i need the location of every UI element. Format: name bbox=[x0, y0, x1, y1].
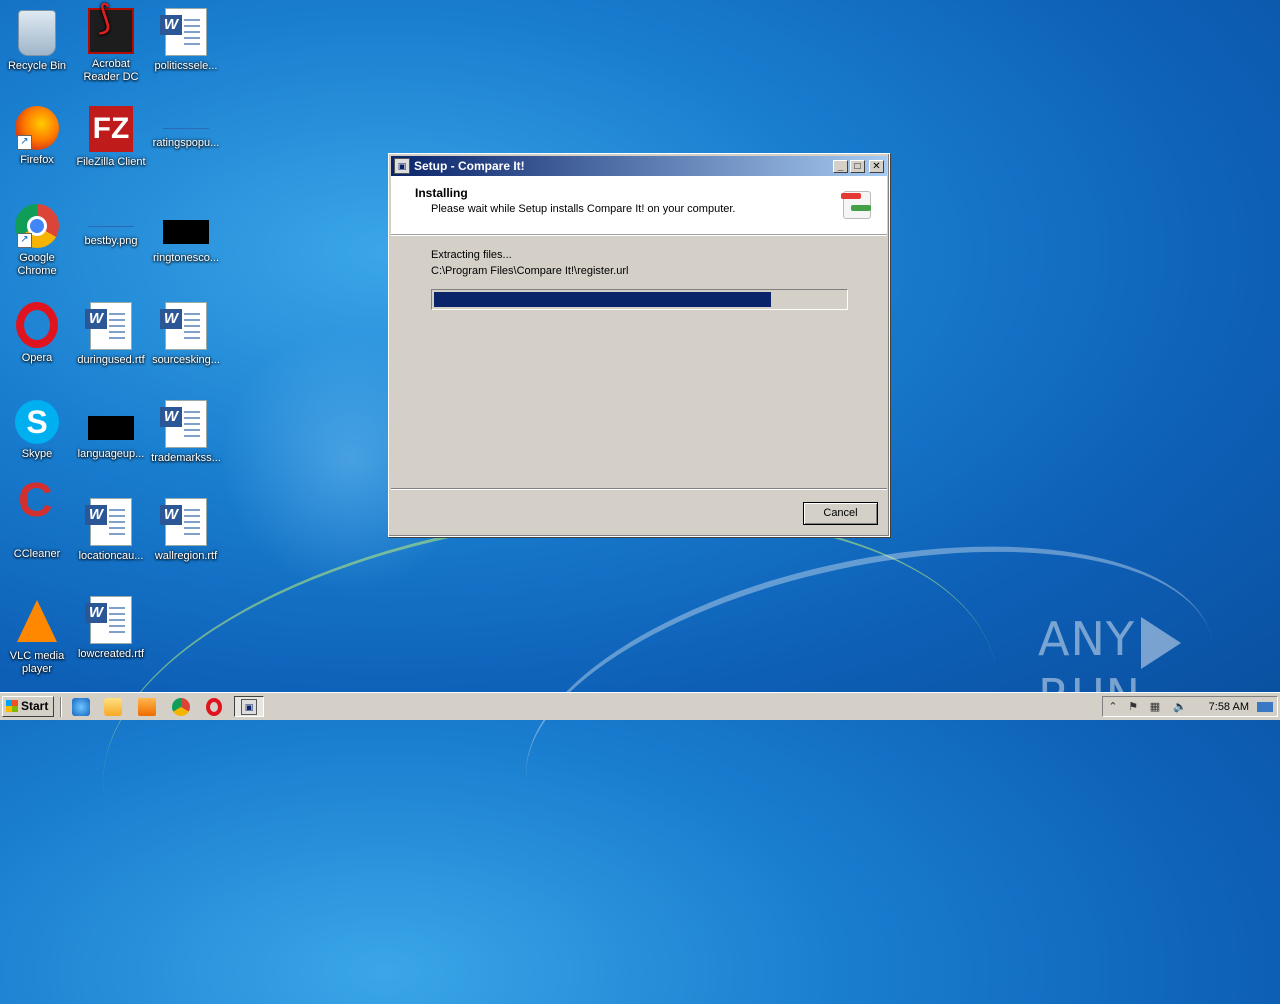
skype-icon: S bbox=[15, 400, 59, 444]
network-icon[interactable]: ▦ bbox=[1149, 701, 1161, 713]
setup-window: ▣ Setup - Compare It! _ □ ✕ Installing P… bbox=[388, 153, 890, 537]
word-document-icon: W bbox=[85, 498, 132, 546]
word-document-icon: W bbox=[160, 8, 207, 56]
play-logo-icon bbox=[1140, 616, 1181, 669]
desktop-icon-firefox[interactable]: ↗ Firefox bbox=[0, 106, 74, 167]
desktop-icon-ringtonesco[interactable]: ringtonesco... bbox=[149, 204, 223, 265]
filezilla-icon: FZ bbox=[89, 106, 133, 152]
opera-icon bbox=[16, 302, 58, 348]
chrome-icon: ↗ bbox=[15, 204, 59, 248]
windows-logo-icon bbox=[6, 700, 18, 712]
recycle-bin-icon bbox=[18, 10, 56, 56]
cancel-button[interactable]: Cancel bbox=[803, 502, 878, 525]
taskbar-separator bbox=[60, 697, 62, 717]
desktop-icon-trademarkss[interactable]: W trademarkss... bbox=[149, 400, 223, 465]
shortcut-arrow-icon: ↗ bbox=[17, 233, 32, 248]
desktop-icon-chrome[interactable]: ↗ Google Chrome bbox=[0, 204, 74, 278]
desktop-icon-bestby[interactable]: bestby.png bbox=[74, 204, 148, 248]
desktop-icon-acrobat[interactable]: Acrobat Reader DC bbox=[74, 8, 148, 84]
word-document-icon: W bbox=[160, 400, 207, 448]
compare-it-logo-icon bbox=[841, 189, 873, 219]
file-icon bbox=[163, 106, 209, 129]
install-progress-bar bbox=[431, 289, 848, 310]
start-button[interactable]: Start bbox=[2, 696, 54, 717]
wizard-header: Installing Please wait while Setup insta… bbox=[391, 176, 887, 235]
file-thumbnail-icon bbox=[163, 220, 209, 244]
taskbar-setup-compare-it[interactable]: ▣ bbox=[234, 696, 264, 717]
divider bbox=[391, 488, 887, 490]
desktop-icon-sourcesking[interactable]: W sourcesking... bbox=[149, 302, 223, 367]
file-thumbnail-icon bbox=[88, 416, 134, 440]
desktop-icon-recycle-bin[interactable]: Recycle Bin bbox=[0, 8, 74, 73]
taskbar: Start ▣ ⌃ ⚑ ▦ 🔈 7:58 AM bbox=[0, 692, 1280, 720]
desktop-icon-wallregion[interactable]: W wallregion.rtf bbox=[149, 498, 223, 563]
minimize-button[interactable]: _ bbox=[833, 159, 848, 173]
desktop-icon-skype[interactable]: S Skype bbox=[0, 400, 74, 461]
divider bbox=[391, 235, 887, 236]
page-title: Installing bbox=[415, 186, 468, 200]
desktop-icon-duringused[interactable]: W duringused.rtf bbox=[74, 302, 148, 367]
desktop-icon-opera[interactable]: Opera bbox=[0, 302, 74, 365]
image-file-icon bbox=[88, 204, 134, 227]
media-player-icon[interactable] bbox=[138, 698, 156, 716]
setup-app-icon: ▣ bbox=[241, 699, 257, 715]
desktop-icon-ratingspopu[interactable]: ratingspopu... bbox=[149, 106, 223, 150]
acrobat-icon bbox=[88, 8, 134, 54]
desktop-icon-politicssele[interactable]: W politicssele... bbox=[149, 8, 223, 73]
system-tray: ⌃ ⚑ ▦ 🔈 7:58 AM bbox=[1102, 696, 1278, 717]
word-document-icon: W bbox=[160, 498, 207, 546]
desktop-icon-locationcau[interactable]: W locationcau... bbox=[74, 498, 148, 563]
desktop-icon-ccleaner[interactable]: CCleaner bbox=[0, 494, 74, 561]
page-subtitle: Please wait while Setup installs Compare… bbox=[431, 203, 736, 215]
word-document-icon: W bbox=[160, 302, 207, 350]
desktop-icon-lowcreated[interactable]: W lowcreated.rtf bbox=[74, 596, 148, 661]
window-titlebar[interactable]: ▣ Setup - Compare It! _ □ ✕ bbox=[391, 156, 887, 176]
progress-fill bbox=[434, 292, 772, 307]
window-title: Setup - Compare It! bbox=[414, 159, 525, 173]
action-center-flag-icon[interactable]: ⚑ bbox=[1127, 701, 1139, 713]
shortcut-arrow-icon: ↗ bbox=[17, 135, 32, 150]
show-desktop-icon[interactable] bbox=[1257, 702, 1273, 712]
opera-taskbar-icon[interactable] bbox=[206, 698, 222, 716]
show-hidden-icons-chevron-icon[interactable]: ⌃ bbox=[1107, 701, 1119, 713]
ccleaner-icon bbox=[14, 494, 60, 544]
firefox-icon: ↗ bbox=[15, 106, 59, 150]
word-document-icon: W bbox=[85, 596, 132, 644]
volume-icon[interactable]: 🔈 bbox=[1173, 701, 1187, 713]
vlc-cone-icon bbox=[17, 600, 57, 642]
desktop-icon-languageup[interactable]: languageup... bbox=[74, 400, 148, 461]
close-button[interactable]: ✕ bbox=[869, 159, 884, 173]
status-text: Extracting files... bbox=[431, 249, 512, 261]
maximize-button[interactable]: □ bbox=[850, 159, 865, 173]
setup-app-icon: ▣ bbox=[394, 158, 410, 174]
word-document-icon: W bbox=[85, 302, 132, 350]
file-explorer-icon[interactable] bbox=[104, 698, 122, 716]
internet-explorer-icon[interactable] bbox=[72, 698, 90, 716]
chrome-taskbar-icon[interactable] bbox=[172, 698, 190, 716]
desktop-icon-vlc[interactable]: VLC media player bbox=[0, 596, 74, 676]
clock[interactable]: 7:58 AM bbox=[1209, 701, 1249, 713]
current-file-path: C:\Program Files\Compare It!\register.ur… bbox=[431, 265, 629, 277]
desktop-icon-filezilla[interactable]: FZ FileZilla Client bbox=[74, 106, 148, 169]
